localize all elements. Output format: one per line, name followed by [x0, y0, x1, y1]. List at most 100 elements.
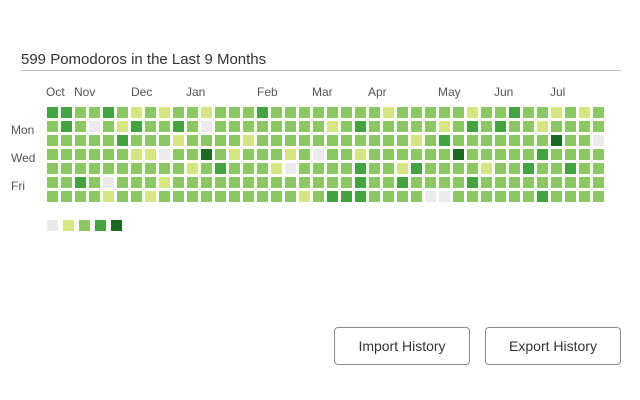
calendar-day-cell — [47, 191, 58, 202]
calendar-day-cell — [173, 107, 184, 118]
calendar-day-cell — [89, 135, 100, 146]
calendar-day-cell — [425, 107, 436, 118]
calendar-day-cell — [187, 163, 198, 174]
calendar-day-cell — [579, 135, 590, 146]
import-history-button[interactable]: Import History — [334, 327, 470, 365]
calendar-day-cell — [285, 191, 296, 202]
calendar-day-cell — [131, 121, 142, 132]
calendar-day-cell — [61, 121, 72, 132]
calendar-day-cell — [369, 149, 380, 160]
calendar-day-cell — [299, 135, 310, 146]
calendar-day-cell — [495, 135, 506, 146]
calendar-day-cell — [327, 135, 338, 146]
calendar-day-cell — [481, 107, 492, 118]
calendar-day-cell — [341, 163, 352, 174]
calendar-day-cell — [257, 177, 268, 188]
calendar-day-cell — [565, 149, 576, 160]
calendar-day-cell — [299, 191, 310, 202]
calendar-day-cell — [313, 107, 324, 118]
calendar-day-cell — [117, 163, 128, 174]
calendar-day-cell — [229, 135, 240, 146]
calendar-day-cell — [47, 177, 58, 188]
calendar-day-cell — [201, 107, 212, 118]
legend-swatch-level-0 — [47, 220, 58, 231]
calendar-day-cell — [215, 163, 226, 174]
calendar-day-cell — [257, 107, 268, 118]
calendar-day-cell — [397, 149, 408, 160]
calendar-day-cell — [565, 191, 576, 202]
calendar-day-cell — [201, 121, 212, 132]
calendar-day-cell — [593, 163, 604, 174]
calendar-day-cell — [187, 149, 198, 160]
calendar-day-cell — [355, 121, 366, 132]
month-label-feb: Feb — [257, 85, 278, 99]
calendar-day-cell — [537, 191, 548, 202]
calendar-day-cell — [271, 149, 282, 160]
calendar-day-cell — [411, 163, 422, 174]
calendar-day-cell — [425, 191, 436, 202]
calendar-day-cell — [145, 191, 156, 202]
calendar-day-cell — [565, 121, 576, 132]
calendar-day-cell — [481, 163, 492, 174]
calendar-day-cell — [355, 149, 366, 160]
calendar-day-cell — [117, 149, 128, 160]
calendar-day-cell — [61, 191, 72, 202]
calendar-day-cell — [383, 121, 394, 132]
calendar-day-cell — [201, 191, 212, 202]
calendar-day-cell — [355, 177, 366, 188]
history-title: 599 Pomodoros in the Last 9 Months — [21, 51, 267, 68]
calendar-day-cell — [89, 149, 100, 160]
calendar-day-cell — [495, 121, 506, 132]
calendar-day-cell — [75, 163, 86, 174]
calendar-day-cell — [131, 135, 142, 146]
calendar-day-cell — [131, 149, 142, 160]
calendar-day-cell — [187, 121, 198, 132]
month-label-jun: Jun — [494, 85, 514, 99]
calendar-day-cell — [467, 121, 478, 132]
calendar-day-cell — [159, 107, 170, 118]
calendar-day-cell — [593, 107, 604, 118]
calendar-day-cell — [285, 149, 296, 160]
calendar-day-cell — [145, 107, 156, 118]
calendar-day-cell — [425, 163, 436, 174]
calendar-day-cell — [383, 163, 394, 174]
calendar-day-cell — [383, 135, 394, 146]
calendar-day-cell — [327, 163, 338, 174]
calendar-day-cell — [257, 191, 268, 202]
calendar-day-cell — [131, 163, 142, 174]
calendar-day-cell — [565, 177, 576, 188]
calendar-day-cell — [285, 121, 296, 132]
calendar-day-cell — [523, 149, 534, 160]
calendar-day-cell — [243, 135, 254, 146]
export-history-button[interactable]: Export History — [485, 327, 621, 365]
calendar-day-cell — [537, 177, 548, 188]
calendar-day-cell — [551, 177, 562, 188]
calendar-day-cell — [103, 107, 114, 118]
calendar-day-cell — [509, 149, 520, 160]
calendar-day-cell — [481, 121, 492, 132]
calendar-day-cell — [89, 191, 100, 202]
calendar-day-cell — [509, 107, 520, 118]
calendar-day-cell — [103, 177, 114, 188]
calendar-day-cell — [173, 149, 184, 160]
calendar-day-cell — [229, 177, 240, 188]
month-label-mar: Mar — [312, 85, 333, 99]
calendar-day-cell — [117, 121, 128, 132]
calendar-day-cell — [383, 149, 394, 160]
calendar-day-cell — [593, 177, 604, 188]
calendar-day-cell — [173, 191, 184, 202]
calendar-day-cell — [327, 149, 338, 160]
calendar-day-cell — [117, 107, 128, 118]
calendar-day-cell — [495, 149, 506, 160]
calendar-day-cell — [509, 121, 520, 132]
calendar-day-cell — [551, 149, 562, 160]
calendar-day-cell — [355, 163, 366, 174]
calendar-day-cell — [369, 107, 380, 118]
calendar-day-cell — [299, 163, 310, 174]
calendar-day-cell — [229, 191, 240, 202]
calendar-day-cell — [327, 177, 338, 188]
month-label-oct: Oct — [46, 85, 65, 99]
calendar-day-cell — [271, 177, 282, 188]
calendar-day-cell — [439, 177, 450, 188]
calendar-day-cell — [89, 177, 100, 188]
